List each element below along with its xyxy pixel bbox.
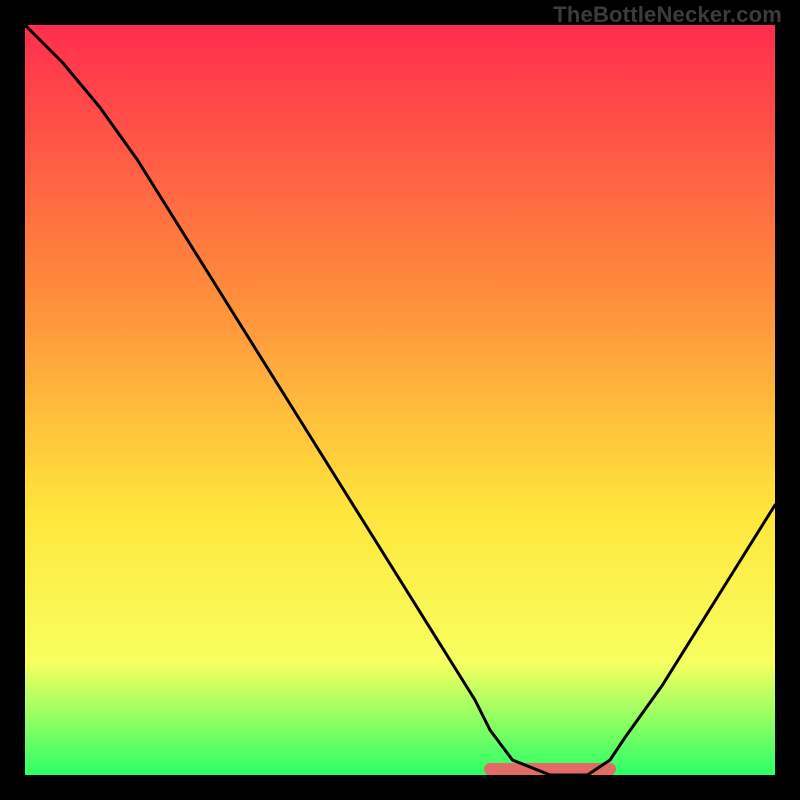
bottleneck-plot [25,25,775,775]
gradient-background [25,25,775,775]
chart-frame: TheBottleNecker.com [0,0,800,800]
